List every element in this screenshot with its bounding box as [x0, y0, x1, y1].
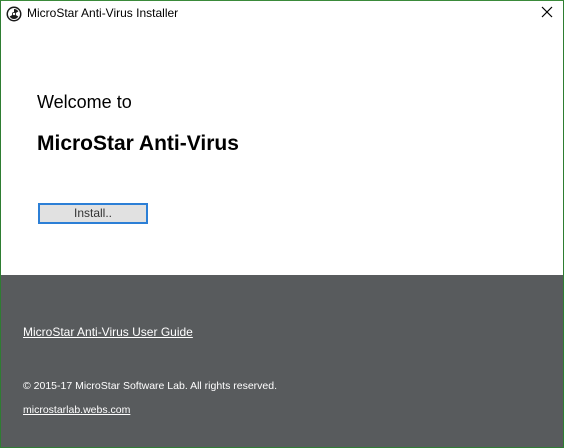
copyright-text: © 2015-17 MicroStar Software Lab. All ri… — [23, 380, 278, 392]
footer-panel: MicroStar Anti-Virus User Guide © 2015-1… — [1, 275, 563, 447]
website-link[interactable]: microstarlab.webs.com — [23, 404, 130, 416]
radiation-icon — [6, 6, 22, 22]
title-bar[interactable]: MicroStar Anti-Virus Installer — [1, 1, 563, 26]
installer-window: MicroStar Anti-Virus Installer Welcome t… — [0, 0, 564, 448]
close-button[interactable] — [531, 1, 563, 26]
install-button[interactable]: Install.. — [38, 203, 148, 224]
window-title: MicroStar Anti-Virus Installer — [27, 6, 179, 20]
welcome-panel: Welcome to MicroStar Anti-Virus Install.… — [1, 26, 563, 275]
user-guide-link[interactable]: MicroStar Anti-Virus User Guide — [23, 325, 193, 339]
close-icon — [541, 5, 553, 23]
product-title: MicroStar Anti-Virus — [37, 132, 239, 155]
welcome-heading: Welcome to — [37, 92, 132, 112]
